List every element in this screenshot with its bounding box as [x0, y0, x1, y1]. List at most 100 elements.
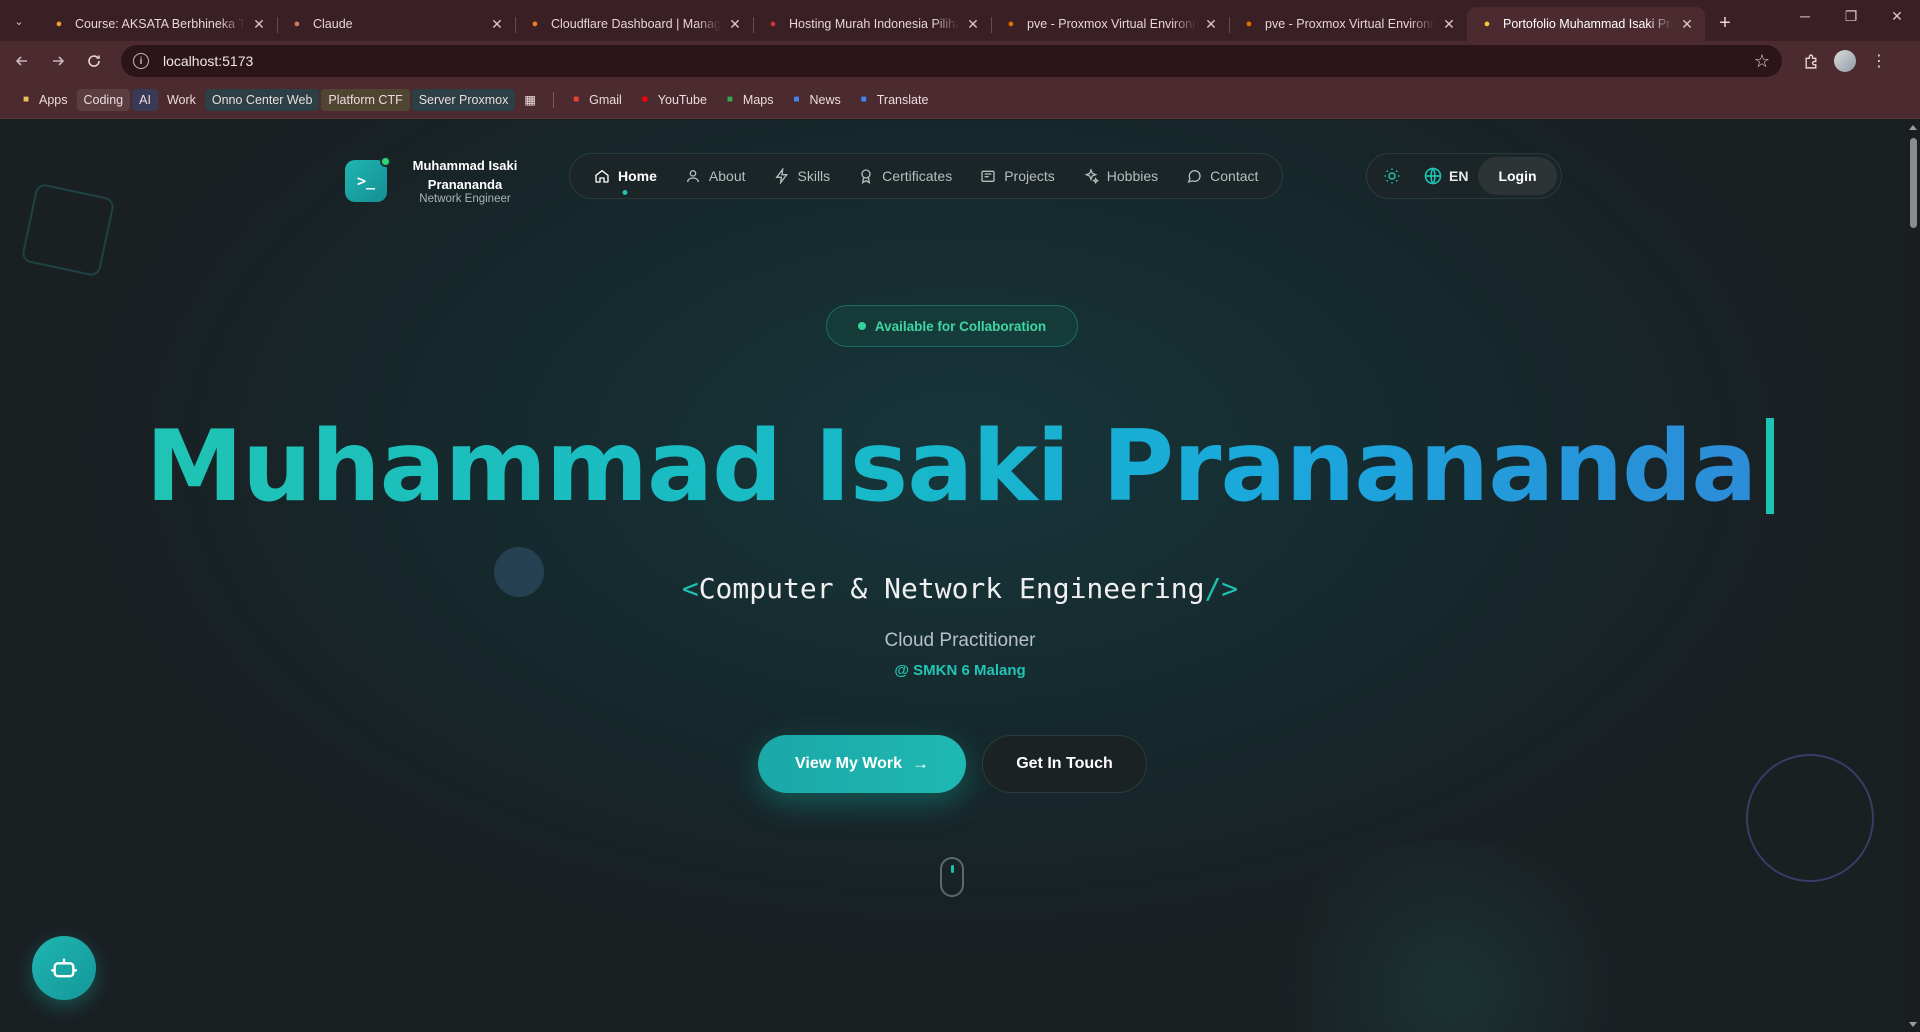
bookmark-item[interactable]: ■ Apps — [12, 89, 75, 111]
tab-close-icon[interactable]: ✕ — [1441, 16, 1457, 33]
tab-close-icon[interactable]: ✕ — [965, 16, 981, 33]
browser-tab[interactable]: ● Course: AKSATA Berbhineka Tan ✕ — [39, 7, 277, 41]
bookmark-item[interactable]: AI — [132, 88, 158, 111]
browser-menu-icon[interactable]: ⋮ — [1862, 44, 1896, 78]
bookmark-item[interactable]: Platform CTF — [321, 88, 410, 111]
browser-tab[interactable]: ● Portofolio Muhammad Isaki Pra ✕ — [1467, 7, 1705, 41]
hosting-icon: ● — [769, 18, 777, 30]
tab-title: Hosting Murah Indonesia Piliha — [789, 17, 959, 31]
nav-item-hobbies[interactable]: Hobbies — [1071, 159, 1170, 193]
bookmark-item[interactable]: ■ YouTube — [631, 89, 714, 111]
header-controls: EN Login — [1366, 153, 1562, 199]
decorative-square — [20, 182, 116, 278]
cloudflare-icon: ● — [531, 18, 539, 30]
get-in-touch-button[interactable]: Get In Touch — [982, 735, 1147, 793]
bookmark-label: Work — [166, 92, 196, 107]
all-bookmarks-icon[interactable]: ▦ — [517, 89, 543, 111]
reload-icon[interactable] — [77, 44, 111, 78]
scroll-mouse-icon[interactable] — [940, 857, 964, 897]
bookmark-label: Translate — [876, 92, 929, 107]
browser-tab[interactable]: ● Hosting Murah Indonesia Piliha ✕ — [753, 7, 991, 41]
active-indicator — [622, 190, 628, 195]
address-bar[interactable]: i localhost:5173 ☆ — [121, 45, 1782, 77]
moodle-icon: ● — [55, 18, 63, 30]
nav-item-home[interactable]: Home — [582, 159, 669, 195]
nav-label: Projects — [1004, 168, 1055, 184]
nav-item-certificates[interactable]: Certificates — [846, 159, 964, 193]
site-brand[interactable]: >_ Muhammad Isaki Pranananda Network Engi… — [345, 155, 525, 205]
browser-tab[interactable]: ● pve - Proxmox Virtual Environm ✕ — [1229, 7, 1467, 41]
nav-item-skills[interactable]: Skills — [762, 159, 843, 193]
page-scrollbar[interactable] — [1906, 120, 1920, 1032]
bookmark-item[interactable]: ■ Translate — [850, 89, 936, 111]
chatbot-button[interactable] — [32, 936, 96, 1000]
bookmark-item[interactable]: Coding — [76, 88, 131, 111]
url-text[interactable]: localhost:5173 — [163, 53, 1754, 69]
tab-search-icon[interactable]: ⌄ — [9, 11, 29, 31]
brand-role: Network Engineer — [419, 193, 511, 205]
nav-label: Certificates — [882, 168, 953, 184]
site-info-icon[interactable]: i — [133, 53, 149, 69]
browser-tab[interactable]: ● pve - Proxmox Virtual Environm ✕ — [991, 7, 1229, 41]
nav-label: Home — [618, 168, 657, 184]
browser-tab[interactable]: ● Cloudflare Dashboard | Manage ✕ — [515, 7, 753, 41]
youtube-icon: ■ — [641, 94, 648, 105]
user-icon — [686, 170, 699, 183]
nav-label: Hobbies — [1106, 168, 1159, 184]
theme-toggle-sun-icon[interactable] — [1377, 161, 1407, 191]
lightning-icon — [774, 168, 788, 184]
tab-close-icon[interactable]: ✕ — [1203, 16, 1219, 33]
browser-tab[interactable]: ● Claude ✕ — [277, 7, 515, 41]
bookmark-item[interactable]: ■ Gmail — [562, 89, 629, 111]
bookmark-item[interactable]: Work — [160, 89, 203, 111]
bookmark-label: AI — [139, 92, 151, 107]
home-icon — [595, 169, 609, 183]
bookmark-label: YouTube — [657, 92, 707, 107]
nav-item-contact[interactable]: Contact — [1174, 159, 1270, 193]
scrollbar-thumb[interactable] — [1910, 138, 1917, 228]
new-tab-button[interactable]: + — [1711, 9, 1739, 37]
availability-text: Available for Collaboration — [874, 318, 1047, 334]
tab-close-icon[interactable]: ✕ — [251, 16, 267, 33]
nav-item-projects[interactable]: Projects — [968, 159, 1067, 193]
gmail-icon: ■ — [573, 94, 580, 105]
bookmark-label: Maps — [742, 92, 774, 107]
bookmark-star-icon[interactable]: ☆ — [1754, 51, 1770, 72]
tab-close-icon[interactable]: ✕ — [489, 16, 505, 33]
bookmark-item[interactable]: ■ Maps — [716, 89, 781, 111]
profile-avatar[interactable] — [1834, 50, 1856, 72]
bookmark-item[interactable]: Onno Center Web — [204, 88, 320, 111]
view-my-work-button[interactable]: View My Work → — [758, 735, 966, 793]
restore-icon[interactable]: ❐ — [1828, 0, 1874, 32]
tab-close-icon[interactable]: ✕ — [1679, 16, 1695, 33]
forward-icon[interactable] — [41, 44, 75, 78]
bookmark-item[interactable]: Server Proxmox — [411, 88, 516, 111]
page-viewport: >_ Muhammad Isaki Pranananda Network Engi… — [0, 120, 1920, 1032]
bookmarks-bar: ■ Apps Coding AI Work Onno Center Web Platform… — [0, 81, 1920, 119]
bookmark-separator — [553, 91, 555, 108]
bookmark-item[interactable]: ■ News — [783, 89, 848, 111]
language-label: EN — [1449, 168, 1469, 184]
tab-title: Portofolio Muhammad Isaki Pra — [1503, 17, 1673, 31]
hero-name-text: Muhammad Isaki Pranananda — [145, 410, 1758, 524]
tab-title: Claude — [313, 17, 353, 31]
language-switcher[interactable]: EN — [1423, 166, 1468, 186]
bookmark-label: News — [809, 92, 841, 107]
tab-list: ● Course: AKSATA Berbhineka Tan ✕ ● Claude ✕ ●… — [39, 0, 1705, 41]
login-button[interactable]: Login — [1478, 157, 1557, 195]
close-window-icon[interactable]: ✕ — [1874, 0, 1920, 32]
nav-item-about[interactable]: About — [673, 159, 758, 193]
hero-name: Muhammad Isaki Pranananda — [0, 418, 1920, 516]
brand-name: Muhammad Isaki Pranananda — [412, 158, 518, 192]
tab-title: pve - Proxmox Virtual Environm — [1027, 17, 1197, 31]
terminal-logo-icon: >_ — [345, 155, 391, 202]
claude-icon: ● — [293, 18, 301, 30]
tab-close-icon[interactable]: ✕ — [727, 16, 743, 33]
bookmark-label: Apps — [39, 92, 68, 107]
browser-toolbar: i localhost:5173 ☆ ⋮ — [0, 41, 1920, 81]
proxmox-icon: ● — [1245, 18, 1253, 30]
minimize-icon[interactable]: ─ — [1782, 0, 1828, 32]
back-icon[interactable] — [5, 44, 39, 78]
extensions-icon[interactable] — [1794, 44, 1828, 78]
subtitle-text: Computer & Network Engineering — [698, 572, 1205, 605]
